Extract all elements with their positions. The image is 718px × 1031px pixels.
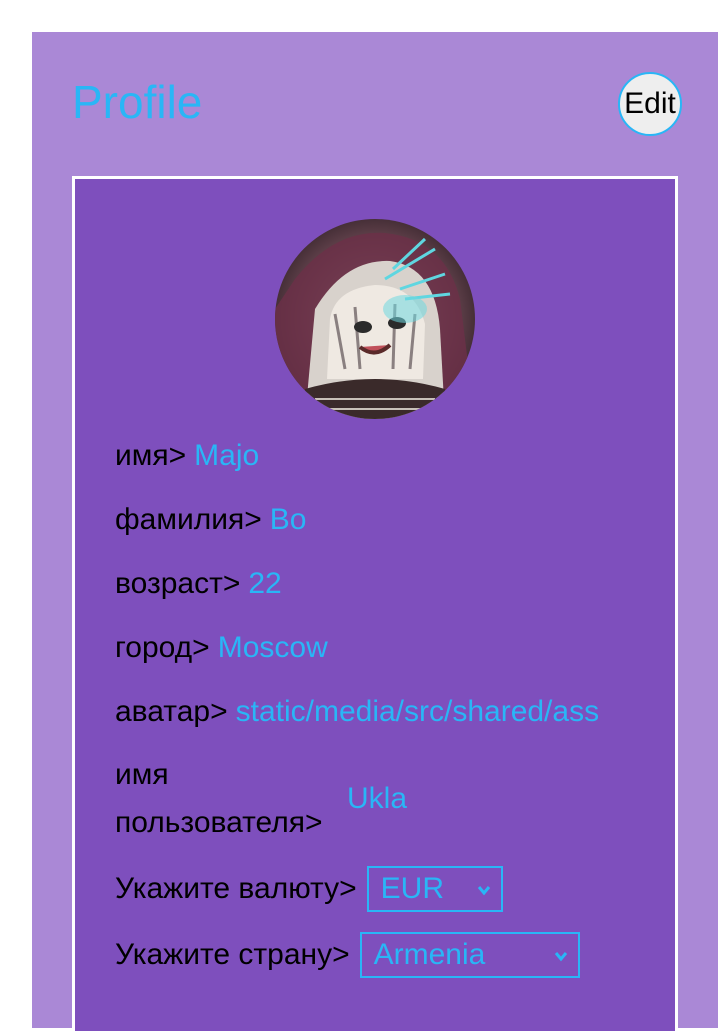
currency-row: Укажите валюту> EUR bbox=[115, 865, 503, 913]
avatar-path-label: аватар> bbox=[115, 695, 228, 728]
country-label: Укажите страну> bbox=[115, 938, 350, 971]
first-name-value: Majo bbox=[194, 439, 260, 472]
age-value: 22 bbox=[248, 567, 282, 600]
country-selected-value: Armenia bbox=[373, 938, 486, 971]
chevron-down-icon bbox=[477, 886, 490, 896]
city-value: Moscow bbox=[217, 631, 328, 664]
city-label: город> bbox=[115, 631, 210, 664]
last-name-label: фамилия> bbox=[115, 503, 262, 536]
profile-page: Profile Edit имя> Majo фамилия> Bo возра… bbox=[32, 32, 718, 1031]
country-row: Укажите страну> Armenia bbox=[115, 931, 580, 979]
avatar bbox=[275, 219, 475, 419]
username-row: имя пользователя> Ukla bbox=[115, 751, 407, 847]
currency-select[interactable]: EUR bbox=[366, 866, 503, 912]
profile-card: имя> Majo фамилия> Bo возраст> 22 город>… bbox=[72, 176, 678, 1031]
first-name-label: имя> bbox=[115, 439, 187, 472]
username-label: имя пользователя> bbox=[115, 758, 323, 839]
currency-label: Укажите валюту> bbox=[115, 872, 357, 905]
age-row: возраст> 22 bbox=[115, 560, 282, 608]
city-row: город> Moscow bbox=[115, 624, 328, 672]
last-name-value: Bo bbox=[269, 503, 307, 536]
edit-button[interactable]: Edit bbox=[618, 72, 682, 136]
chevron-down-icon bbox=[554, 952, 567, 962]
first-name-row: имя> Majo bbox=[115, 432, 259, 480]
age-label: возраст> bbox=[115, 567, 241, 600]
last-name-row: фамилия> Bo bbox=[115, 496, 306, 544]
avatar-path-value: static/media/src/shared/ass bbox=[235, 695, 600, 728]
username-value: Ukla bbox=[347, 782, 408, 815]
currency-selected-value: EUR bbox=[380, 872, 444, 905]
country-select[interactable]: Armenia bbox=[359, 932, 580, 978]
page-title: Profile bbox=[72, 76, 203, 128]
avatar-path-row: аватар> static/media/src/shared/ass bbox=[115, 688, 599, 736]
